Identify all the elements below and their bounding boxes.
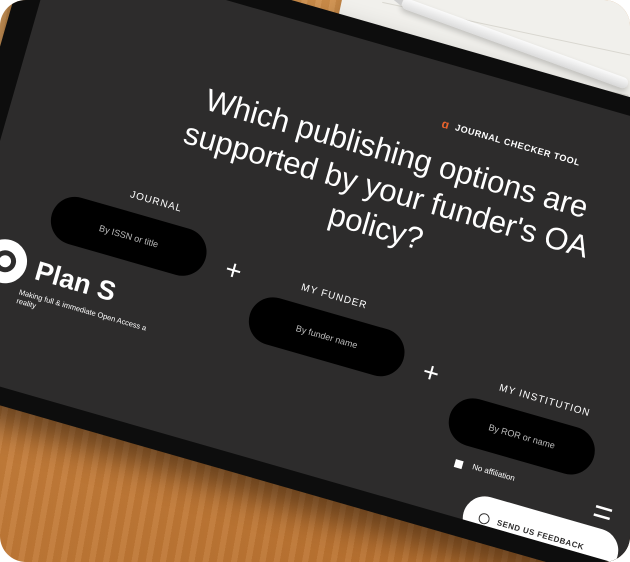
no-affiliation-label: No affiliation [471,462,517,483]
chat-icon [477,511,492,526]
no-affiliation-checkbox[interactable] [453,459,464,470]
open-access-logo-icon [0,234,33,289]
journal-label: JOURNAL [128,189,184,215]
feedback-label: SEND US FEEDBACK [496,517,586,552]
plus-operator: + [221,252,246,288]
page-title: Which publishing options are supported b… [179,82,593,265]
open-access-icon: ɑ [440,116,452,133]
photo-background: ɑ JOURNAL CHECKER TOOL Which publishing … [0,0,630,562]
tablet-screen: ɑ JOURNAL CHECKER TOOL Which publishing … [0,0,630,562]
plus-operator: + [418,355,444,390]
tablet-device: ɑ JOURNAL CHECKER TOOL Which publishing … [0,0,630,562]
funder-input[interactable]: By funder name [243,291,411,382]
